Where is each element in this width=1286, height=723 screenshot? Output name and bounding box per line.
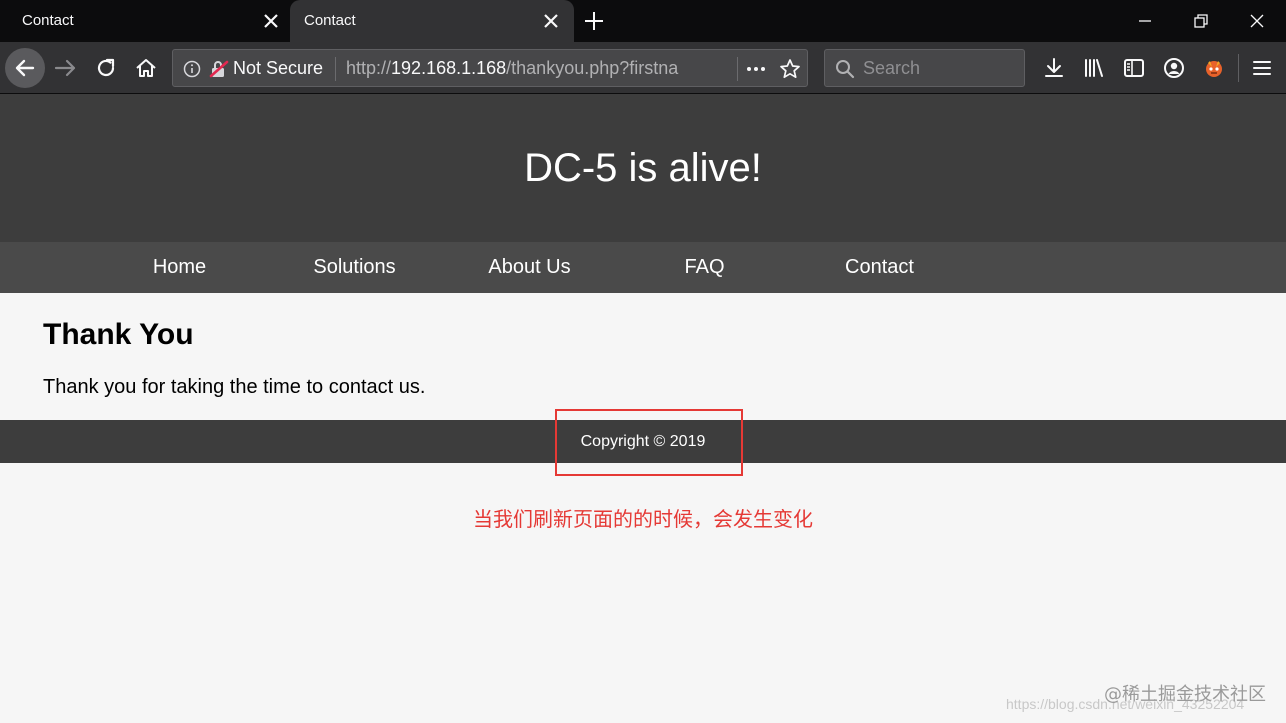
tab-bar: Contact Contact (0, 0, 1286, 42)
download-icon[interactable] (1042, 56, 1066, 80)
url-prefix: http:// (346, 58, 392, 78)
window-close-icon[interactable] (1248, 12, 1266, 30)
url-host: 192.168.1.168 (391, 58, 507, 78)
juejin-watermark: @稀土掘金技术社区 (1104, 684, 1266, 705)
nav-solutions[interactable]: Solutions (267, 242, 442, 293)
home-icon[interactable] (130, 52, 162, 84)
new-tab-icon[interactable] (584, 11, 604, 31)
search-placeholder: Search (863, 58, 921, 78)
site-title: DC-5 is alive! (524, 146, 762, 190)
tab-title: Contact (304, 12, 356, 29)
extension-icon[interactable] (1202, 56, 1226, 80)
sidebar-icon[interactable] (1122, 56, 1146, 80)
search-input[interactable]: Search (824, 49, 1025, 87)
nav-contact[interactable]: Contact (792, 242, 967, 293)
url-bar[interactable]: Not Secure http://192.168.1.168/thankyou… (172, 49, 808, 87)
bookmark-star-icon[interactable] (779, 58, 801, 80)
close-icon[interactable] (542, 12, 560, 30)
url-divider (737, 57, 738, 81)
more-icon[interactable] (745, 60, 767, 78)
annotation-highlight-box (555, 409, 743, 476)
nav-faq[interactable]: FAQ (617, 242, 792, 293)
url-text[interactable]: http://192.168.1.168/thankyou.php?firstn… (346, 50, 701, 86)
close-icon[interactable] (262, 12, 280, 30)
back-icon (15, 59, 35, 77)
restore-icon[interactable] (1192, 12, 1210, 30)
thank-you-message: Thank you for taking the time to contact… (43, 376, 426, 398)
minimize-icon[interactable] (1136, 12, 1154, 30)
menu-icon[interactable] (1250, 56, 1274, 80)
info-icon[interactable] (183, 60, 201, 78)
site-nav: Home Solutions About Us FAQ Contact (0, 242, 1286, 293)
nav-home[interactable]: Home (92, 242, 267, 293)
tab-contact-2[interactable]: Contact (290, 0, 574, 42)
back-button[interactable] (5, 48, 45, 88)
main-content: Thank You Thank you for taking the time … (0, 293, 1286, 420)
not-secure-label: Not Secure (233, 58, 324, 78)
account-icon[interactable] (1162, 56, 1186, 80)
library-icon[interactable] (1082, 56, 1106, 80)
page-heading: Thank You (43, 318, 194, 351)
toolbar-divider (1238, 54, 1239, 82)
nav-about-us[interactable]: About Us (442, 242, 617, 293)
insecure-lock-icon[interactable] (209, 59, 229, 79)
annotation-text: 当我们刷新页面的的时候，会发生变化 (473, 507, 813, 531)
forward-icon[interactable] (50, 52, 82, 84)
tab-title: Contact (22, 12, 74, 29)
search-icon (836, 60, 855, 79)
url-path: /thankyou.php?firstna (506, 58, 679, 78)
site-header: DC-5 is alive! (0, 94, 1286, 242)
url-divider (335, 57, 336, 81)
reload-icon[interactable] (90, 52, 122, 84)
browser-toolbar: Not Secure http://192.168.1.168/thankyou… (0, 42, 1286, 94)
tab-contact-1[interactable]: Contact (0, 0, 290, 42)
